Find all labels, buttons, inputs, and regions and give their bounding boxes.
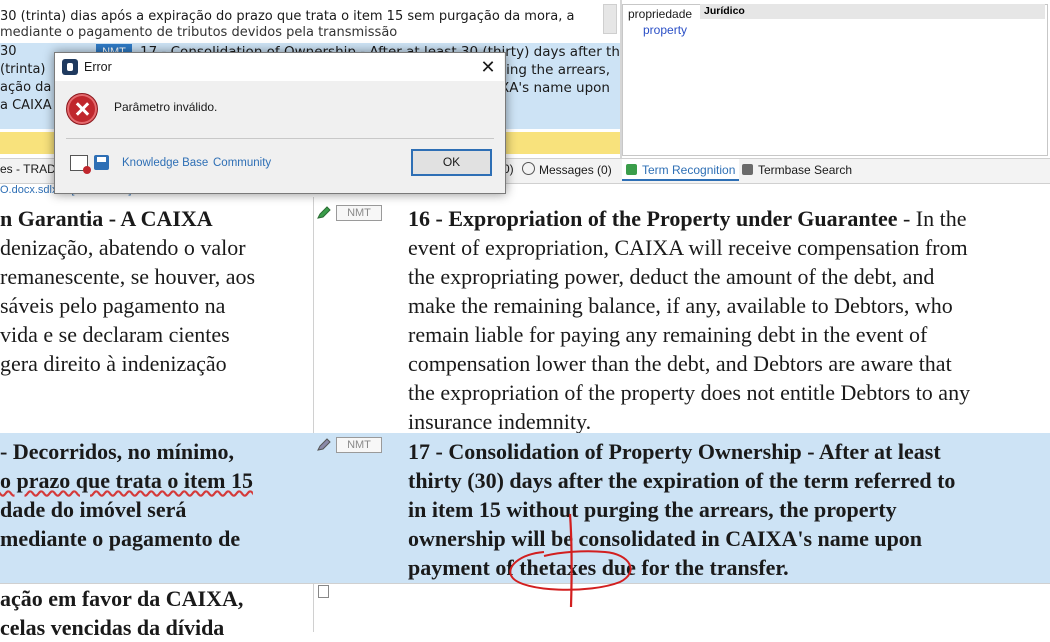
seg3-source-line: celas vencidas da dívida — [0, 615, 225, 640]
seg1-source-line: denização, abatendo o valor — [0, 235, 246, 260]
tab-term-recognition-label: Term Recognition — [642, 163, 736, 177]
seg2-target-line: 17 - Consolidation of Property Ownership… — [408, 439, 941, 464]
segment-1-target[interactable]: 16 - Expropriation of the Property under… — [408, 204, 1050, 436]
seg1-source-line: vida e se declaram cientes — [0, 322, 230, 347]
ok-button[interactable]: OK — [411, 149, 492, 176]
dialog-close-button[interactable]: ✕ — [476, 56, 500, 78]
preview-scrollbar[interactable] — [603, 4, 617, 34]
seg3-source-line: ação em favor da CAIXA, — [0, 586, 244, 611]
dialog-message: Parâmetro inválido. — [114, 100, 218, 114]
dialog-title-bar[interactable] — [55, 53, 504, 81]
seg1-target-line: the expropriating power, deduct the amou… — [408, 264, 935, 289]
red-handwritten-annotation — [509, 513, 632, 608]
seg1-target-line: make the remaining balance, if any, avai… — [408, 293, 953, 318]
seg1-source-line: sáveis pelo pagamento na — [0, 293, 226, 318]
community-link[interactable]: Community — [213, 157, 271, 169]
preview-source-line-2: mediante o pagamento de tributos devidos… — [0, 25, 398, 40]
error-icon — [66, 93, 98, 125]
tab-messages-label: Messages (0) — [539, 163, 612, 177]
term-target[interactable]: property — [643, 23, 687, 37]
seg1-target-line: insurance indemnity. — [408, 409, 592, 434]
seg1-target-line: the expropriation of the property does n… — [408, 380, 971, 405]
term-source[interactable]: propriedade — [628, 7, 692, 21]
edit-pencil-icon — [317, 206, 331, 219]
dialog-divider — [66, 138, 494, 139]
seg1-target-line: event of expropriation, CAIXA will recei… — [408, 235, 968, 260]
tab-messages[interactable]: Messages (0) — [522, 162, 612, 177]
seg2-source-line: - Decorridos, no mínimo, — [0, 439, 235, 464]
seg1-source-line: n Garantia - A CAIXA — [0, 206, 213, 231]
term-recognition-icon — [626, 164, 637, 175]
seg1-source-line: gera direito à indenização — [0, 351, 227, 376]
preview-source-line-1: 30 (trinta) dias após a expiração do pra… — [0, 9, 575, 24]
knowledge-base-link[interactable]: Knowledge Base — [122, 157, 208, 169]
term-domain-tag: Jurídico — [700, 4, 1045, 19]
preview-row-source-line: a CAIXA — [0, 98, 52, 113]
seg1-nmt-badge: NMT — [336, 205, 382, 221]
seg1-target-line: compensation lower than the debt, and De… — [408, 351, 952, 376]
segment-2-source[interactable]: - Decorridos, no mínimo, o prazo que tra… — [0, 437, 313, 553]
termbase-search-icon — [742, 164, 753, 175]
seg2-source-line: dade do imóvel será — [0, 497, 187, 522]
save-icon[interactable] — [94, 155, 109, 170]
seg2-target-line: thirty (30) days after the expiration of… — [408, 468, 956, 493]
seg1-target-title: 16 - Expropriation of the Property under… — [408, 206, 898, 231]
messages-icon — [522, 162, 535, 175]
tab-termbase-search-label: Termbase Search — [758, 163, 853, 177]
preview-row-source: 30 (trinta) ação da a CAIXA — [0, 43, 58, 115]
edit-pencil-icon — [317, 438, 331, 451]
seg1-target-line: - In the — [897, 206, 967, 231]
tab-term-recognition[interactable]: Term Recognition — [622, 159, 740, 181]
app-logo-icon — [62, 59, 78, 75]
document-icon — [318, 585, 329, 598]
seg2-nmt-badge: NMT — [336, 437, 382, 453]
segment-3-source[interactable]: ação em favor da CAIXA, celas vencidas d… — [0, 584, 313, 642]
tab-termbase-search[interactable]: Termbase Search — [740, 159, 852, 181]
seg2-source-line: o prazo que trata o item 15 — [0, 468, 253, 493]
seg1-source-line: remanescente, se houver, aos — [0, 264, 256, 289]
dialog-title: Error — [84, 60, 112, 74]
preview-row-source-line: 30 (trinta) — [0, 44, 46, 77]
seg1-target-line: remain liable for paying any remaining d… — [408, 322, 928, 347]
report-error-icon[interactable] — [70, 155, 91, 174]
segment-1-source[interactable]: n Garantia - A CAIXA denização, abatendo… — [0, 204, 313, 378]
seg2-source-line: mediante o pagamento de — [0, 526, 241, 551]
preview-row-source-line: ação da — [0, 80, 52, 95]
